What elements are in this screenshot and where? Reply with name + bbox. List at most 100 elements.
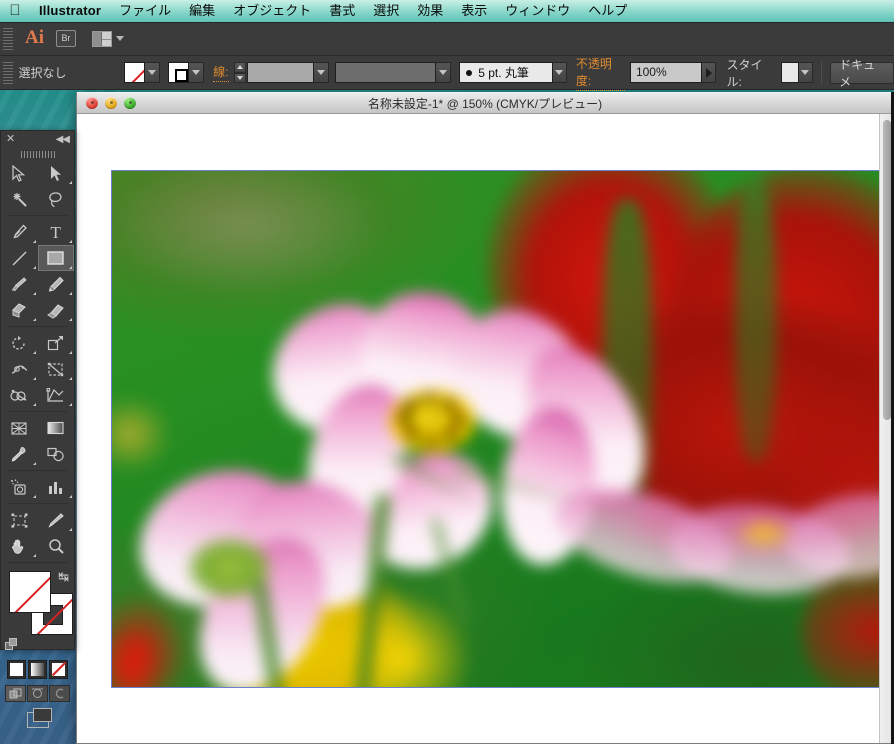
document-canvas[interactable] (77, 114, 893, 743)
arrange-documents-button[interactable] (92, 30, 124, 47)
menu-item-type[interactable]: 書式 (320, 0, 364, 22)
graphic-style-dropdown[interactable] (798, 62, 814, 83)
free-transform-icon (47, 362, 63, 376)
no-color-slash-icon (10, 572, 50, 612)
stroke-weight-label[interactable]: 線: (213, 63, 229, 82)
brush-definition-dropdown[interactable] (552, 62, 567, 83)
perspective-grid-tool[interactable] (38, 382, 75, 408)
blob-brush-tool[interactable] (1, 297, 38, 323)
gradient-tool[interactable] (38, 415, 75, 441)
stroke-profile-input (335, 62, 437, 83)
graphic-style-swatch[interactable] (780, 62, 799, 83)
opacity-label[interactable]: 不透明度: (575, 55, 625, 91)
draw-normal-button[interactable] (5, 685, 26, 702)
tools-panel-header: ✕ ◀◀ (1, 131, 74, 148)
zoom-tool[interactable] (38, 533, 75, 559)
tools-divider (7, 326, 68, 327)
perspective-grid-icon (46, 387, 64, 402)
opacity-dropdown[interactable] (702, 62, 717, 83)
opacity-input[interactable]: 100% (629, 62, 703, 83)
lasso-tool[interactable] (38, 186, 75, 212)
menu-item-illustrator[interactable]: Illustrator (30, 0, 110, 22)
menu-item-object[interactable]: オブジェクト (224, 0, 320, 22)
menu-item-help[interactable]: ヘルプ (579, 0, 636, 22)
magic-wand-tool[interactable] (1, 186, 38, 212)
stroke-color-dropdown[interactable] (189, 62, 205, 83)
mesh-tool[interactable] (1, 415, 38, 441)
appbar-drag-handle[interactable] (3, 27, 13, 50)
document-title-bar[interactable]: 名称未設定-1* @ 150% (CMYK/プレビュー) (77, 92, 893, 114)
stroke-weight-stepper[interactable] (233, 62, 246, 83)
selection-tool[interactable] (1, 160, 38, 186)
collapse-panel-icon[interactable]: ◀◀ (56, 134, 70, 145)
chevron-down-icon (147, 70, 156, 75)
none-swatch-button[interactable] (49, 660, 68, 679)
direct-selection-tool[interactable] (38, 160, 75, 186)
menu-item-file[interactable]: ファイル (110, 0, 180, 22)
draw-inside-button[interactable] (49, 685, 70, 702)
menu-item-effect[interactable]: 効果 (408, 0, 452, 22)
fill-color-dropdown[interactable] (144, 62, 160, 83)
default-fill-stroke-icon[interactable] (5, 638, 18, 651)
tools-divider (7, 215, 68, 216)
shape-builder-tool[interactable] (1, 382, 38, 408)
draw-behind-button[interactable] (27, 685, 48, 702)
slice-tool[interactable] (38, 507, 75, 533)
apple-logo-icon[interactable]:  (0, 3, 30, 20)
fill-proxy-swatch[interactable] (9, 571, 51, 613)
brush-definition-field[interactable]: 5 pt. 丸筆 (459, 62, 553, 83)
free-transform-tool[interactable] (38, 356, 75, 382)
controlbar-drag-handle[interactable] (3, 61, 13, 84)
menu-item-select[interactable]: 選択 (364, 0, 408, 22)
rotate-tool[interactable] (1, 330, 38, 356)
stepper-down-button[interactable] (233, 72, 246, 83)
stroke-weight-input[interactable] (246, 62, 315, 83)
color-swatch-button[interactable] (7, 660, 26, 679)
blend-tool[interactable] (38, 441, 75, 467)
paintbrush-tool[interactable] (1, 271, 38, 297)
swap-fill-stroke-icon[interactable]: ↹ (58, 569, 69, 585)
symbol-sprayer-tool[interactable] (1, 474, 38, 500)
pen-tool[interactable] (1, 219, 38, 245)
column-graph-tool[interactable] (38, 474, 75, 500)
rectangle-tool[interactable] (37, 245, 74, 271)
eyedropper-tool[interactable] (1, 441, 38, 467)
hand-tool[interactable] (1, 533, 38, 559)
fill-color-swatch[interactable] (123, 62, 145, 83)
stepper-up-button[interactable] (233, 62, 246, 73)
chevron-down-icon (801, 70, 810, 75)
go-to-bridge-button[interactable]: Br (56, 30, 76, 47)
change-screen-mode-button[interactable] (1, 708, 74, 728)
line-segment-tool[interactable] (1, 245, 38, 271)
tool-group-indicator (32, 403, 36, 406)
no-color-icon (52, 663, 65, 676)
menu-item-window[interactable]: ウィンドウ (496, 0, 579, 22)
tool-group-indicator (69, 240, 72, 243)
vertical-scrollbar-thumb[interactable] (883, 120, 891, 420)
scale-tool[interactable] (38, 330, 75, 356)
width-tool[interactable] (1, 356, 38, 382)
chevron-down-icon (192, 70, 201, 75)
lasso-icon (48, 191, 62, 207)
close-icon[interactable]: ✕ (6, 134, 15, 145)
document-setup-button[interactable]: ドキュメ (830, 58, 894, 89)
gradient-color-icon (31, 663, 44, 676)
tool-group-indicator (32, 462, 36, 465)
placed-image-object[interactable] (111, 170, 893, 688)
artboard-tool[interactable] (1, 507, 38, 533)
magnifier-icon (49, 538, 64, 554)
type-tool[interactable]: T (38, 219, 75, 245)
tools-panel-drag-handle[interactable] (1, 148, 74, 160)
slice-knife-icon (48, 512, 64, 528)
eraser-tool[interactable] (38, 297, 75, 323)
caret-right-icon (705, 67, 712, 78)
arrange-documents-icon (92, 30, 112, 47)
menu-item-edit[interactable]: 編集 (180, 0, 224, 22)
control-panel: 選択なし 線: 5 pt. 丸筆 不透明度: 100% スタイル: ドキュメ (0, 55, 894, 91)
pencil-tool[interactable] (38, 271, 75, 297)
stroke-weight-dropdown[interactable] (314, 62, 329, 83)
direct-selection-arrow-icon (50, 165, 61, 181)
menu-item-view[interactable]: 表示 (452, 0, 496, 22)
stroke-color-swatch[interactable] (168, 62, 190, 83)
gradient-swatch-button[interactable] (28, 660, 47, 679)
